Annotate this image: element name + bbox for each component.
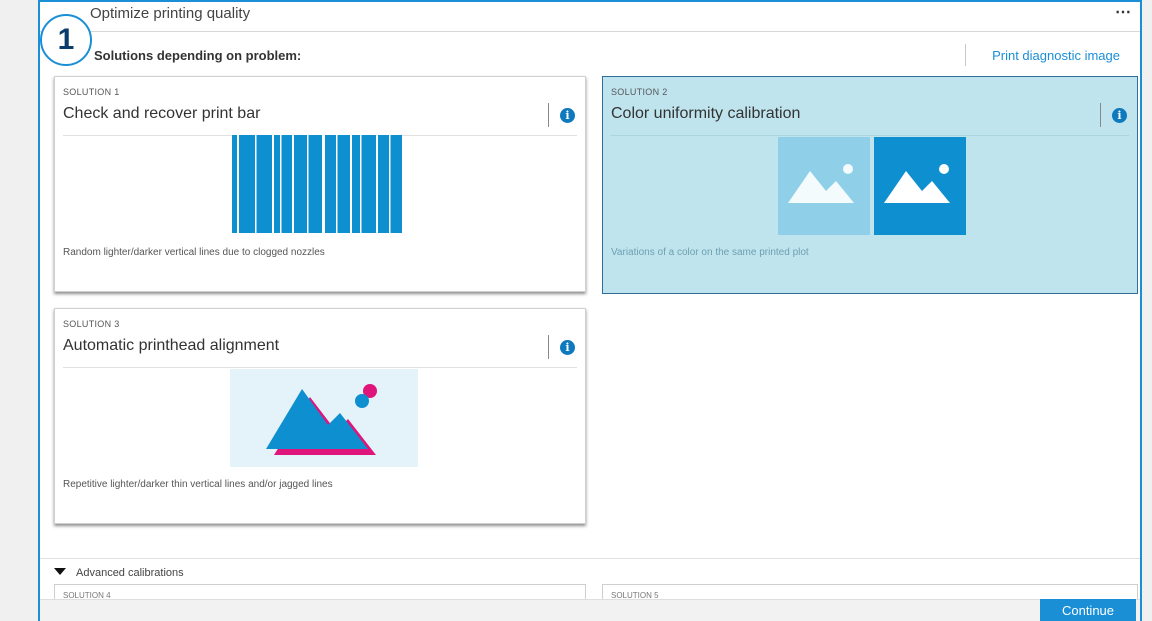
card-divider (611, 135, 1129, 136)
solution-title: Automatic printhead alignment (63, 337, 280, 354)
solution-card-2[interactable]: SOLUTION 2 Color uniformity calibration … (602, 76, 1138, 294)
top-bar: Optimize printing quality ⋯ (40, 2, 1140, 32)
color-uniformity-illustration (778, 137, 966, 235)
solution-card-3[interactable]: SOLUTION 3 Automatic printhead alignment… (54, 308, 586, 524)
page-title: Optimize printing quality (90, 5, 251, 22)
title-divider (1100, 103, 1101, 127)
title-divider (548, 103, 549, 127)
header-divider (965, 44, 966, 66)
solutions-header: Solutions depending on problem: Print di… (40, 38, 1140, 72)
solution-card-1[interactable]: SOLUTION 1 Check and recover print bar i… (54, 76, 586, 292)
footer-bar: Continue (40, 599, 1140, 621)
print-diagnostic-image-link[interactable]: Print diagnostic image (992, 48, 1120, 63)
dialog-frame: Optimize printing quality ⋯ Solutions de… (38, 0, 1142, 621)
continue-button[interactable]: Continue (1040, 599, 1136, 621)
title-divider (548, 335, 549, 359)
printhead-alignment-illustration (230, 369, 418, 467)
caret-down-icon (54, 568, 66, 575)
solution-title: Check and recover print bar (63, 105, 261, 122)
solution-description: Repetitive lighter/darker thin vertical … (63, 479, 333, 490)
solution-description: Random lighter/darker vertical lines due… (63, 247, 325, 258)
step-number-badge: 1 (40, 14, 92, 66)
info-icon[interactable]: i (560, 340, 575, 355)
solutions-heading: Solutions depending on problem: (94, 48, 302, 63)
card-divider (63, 367, 577, 368)
solution-label: SOLUTION 3 (63, 319, 120, 329)
solution-label: SOLUTION 2 (611, 87, 668, 97)
info-icon[interactable]: i (1112, 108, 1127, 123)
advanced-calibrations-label: Advanced calibrations (76, 567, 184, 579)
print-bar-lines-illustration (232, 135, 402, 233)
solution-title: Color uniformity calibration (611, 105, 801, 122)
info-icon[interactable]: i (560, 108, 575, 123)
more-horizontal-icon[interactable]: ⋯ (1115, 2, 1132, 22)
solution-label: SOLUTION 1 (63, 87, 120, 97)
solution-description: Variations of a color on the same printe… (611, 247, 809, 258)
